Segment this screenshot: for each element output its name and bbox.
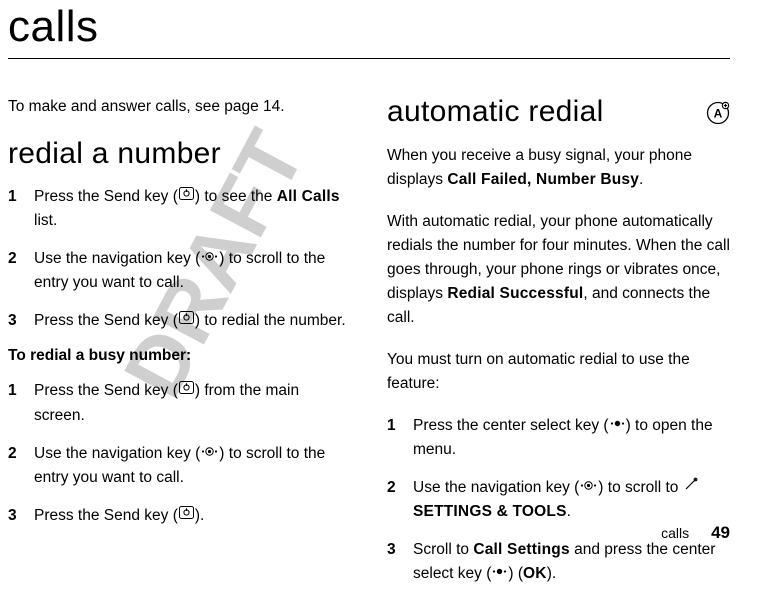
- step-number: 2: [8, 247, 34, 295]
- list-item: 2 Use the navigation key () to scroll to…: [8, 442, 351, 490]
- step-text: Use the navigation key (: [413, 479, 579, 496]
- right-column: automatic redial A When you receive a bu…: [387, 95, 730, 601]
- bold-term: OK: [523, 566, 547, 583]
- step-number: 3: [387, 538, 413, 586]
- section-title-auto-redial: automatic redial: [387, 95, 604, 129]
- list-item: 3 Press the Send key ().: [8, 504, 351, 528]
- send-key-icon: [179, 503, 194, 527]
- list-item: 3 Press the Send key ( ) to redial the nu…: [8, 309, 351, 333]
- send-key-icon: [179, 378, 194, 402]
- body-paragraph: You must turn on automatic redial to use…: [387, 348, 730, 396]
- step-text: .: [567, 503, 571, 520]
- step-text: ) to see the: [195, 188, 277, 205]
- list-item: 2 Use the navigation key () to scroll to…: [8, 247, 351, 295]
- bold-term: SETTINGS & TOOLS: [413, 503, 567, 520]
- section-title-redial: redial a number: [8, 137, 351, 171]
- body-paragraph: With automatic redial, your phone automa…: [387, 210, 730, 330]
- step-text: Press the center select key (: [413, 417, 609, 434]
- svg-text:A: A: [714, 107, 723, 121]
- step-text: ) to scroll to: [598, 479, 682, 496]
- nav-key-icon: [201, 441, 218, 465]
- step-text: list.: [34, 212, 57, 229]
- step-number: 1: [8, 379, 34, 427]
- step-number: 1: [8, 185, 34, 233]
- bold-term: Call Settings: [473, 541, 569, 558]
- step-number: 3: [8, 309, 34, 333]
- list-item: 1 Press the center select key () to open…: [387, 414, 730, 462]
- step-number: 3: [8, 504, 34, 528]
- bold-term: Redial Successful: [447, 285, 583, 302]
- bold-term: Call Failed, Number Busy: [447, 171, 639, 188]
- step-text: Press the Send key (: [34, 383, 178, 400]
- send-key-icon: [179, 308, 194, 332]
- step-text: Press the Send key (: [34, 188, 178, 205]
- bold-term: All Calls: [277, 188, 340, 205]
- list-item: 3 Scroll to Call Settings and press the …: [387, 538, 730, 586]
- step-text: Use the navigation key (: [34, 250, 200, 267]
- step-text: ).: [195, 507, 204, 524]
- paragraph-text: .: [639, 171, 643, 188]
- step-text: ) (: [508, 566, 523, 583]
- left-column: To make and answer calls, see page 14. r…: [8, 95, 351, 601]
- center-select-key-icon: [610, 413, 625, 437]
- send-key-icon: [179, 184, 194, 208]
- step-number: 1: [387, 414, 413, 462]
- step-text: ).: [547, 566, 556, 583]
- step-text: Press the Send key (: [34, 507, 178, 524]
- step-text: Use the navigation key (: [34, 445, 200, 462]
- redial-busy-steps: 1 Press the Send key () from the main sc…: [8, 379, 351, 527]
- auto-redial-steps: 1 Press the center select key () to open…: [387, 414, 730, 586]
- subhead-redial-busy: To redial a busy number:: [8, 347, 351, 365]
- intro-text: To make and answer calls, see page 14.: [8, 95, 351, 119]
- list-item: 1 Press the Send key () from the main sc…: [8, 379, 351, 427]
- step-number: 2: [387, 476, 413, 524]
- step-text: ) to redial the number.: [195, 312, 346, 329]
- page-title: calls: [8, 2, 730, 59]
- body-paragraph: When you receive a busy signal, your pho…: [387, 144, 730, 192]
- tools-icon: [684, 475, 698, 499]
- step-number: 2: [8, 442, 34, 490]
- nav-key-icon: [201, 246, 218, 270]
- redial-steps: 1 Press the Send key ( ) to see the All C…: [8, 185, 351, 333]
- list-item: 1 Press the Send key ( ) to see the All C…: [8, 185, 351, 233]
- feature-badge-icon: A: [706, 101, 730, 130]
- nav-key-icon: [580, 475, 597, 499]
- list-item: 2 Use the navigation key ( ) to scroll to…: [387, 476, 730, 524]
- step-text: Press the Send key (: [34, 312, 178, 329]
- step-text: Scroll to: [413, 541, 473, 558]
- center-select-key-icon: [492, 561, 507, 585]
